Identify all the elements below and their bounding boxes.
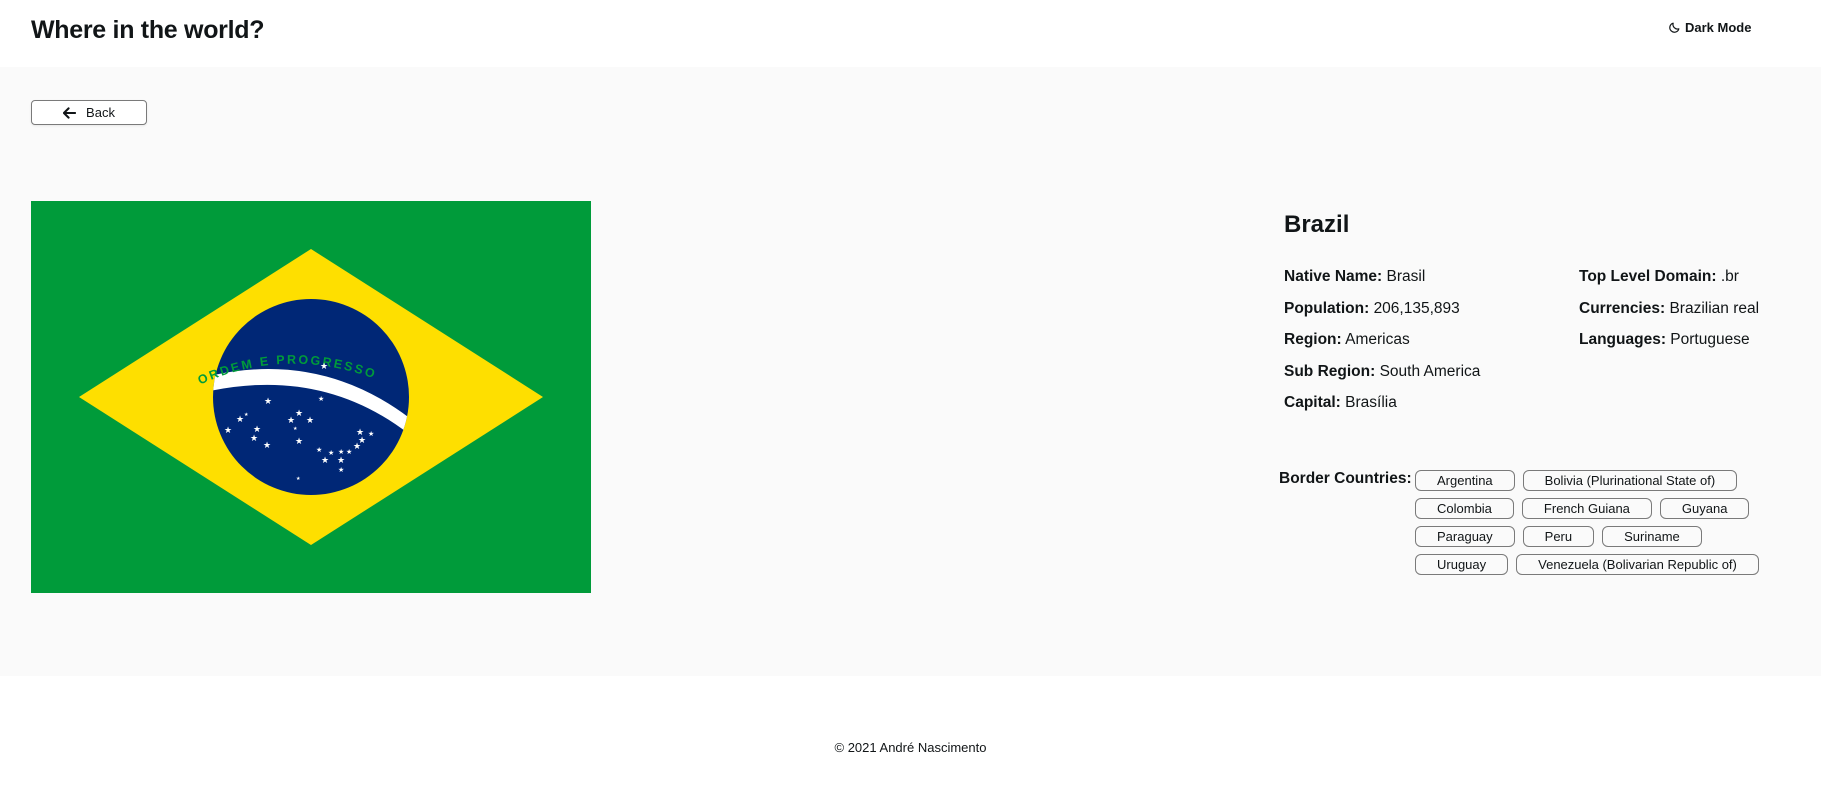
native-name-label: Native Name: <box>1284 268 1383 285</box>
languages-value: Portuguese <box>1670 331 1750 348</box>
copyright-text: © 2021 André Nascimento <box>834 740 987 755</box>
arrow-left-icon <box>63 106 77 119</box>
tld-label: Top Level Domain: <box>1579 268 1717 285</box>
border-country-chip[interactable]: Peru <box>1522 526 1595 547</box>
page-footer: © 2021 André Nascimento <box>0 676 1821 809</box>
languages-row: Languages: Portuguese <box>1579 331 1759 363</box>
svg-text:★: ★ <box>321 456 329 466</box>
svg-text:★: ★ <box>264 397 272 407</box>
border-countries-list: Argentina Bolivia (Plurinational State o… <box>1415 470 1775 575</box>
country-flag: ORDEM E PROGRESSO ★ ★ ★ ★ ★ ★ ★ ★ ★ ★ ★ … <box>31 201 591 593</box>
region-value: Americas <box>1345 331 1410 348</box>
region-row: Region: Americas <box>1284 331 1480 363</box>
svg-text:★: ★ <box>316 446 322 454</box>
capital-row: Capital: Brasília <box>1284 394 1480 426</box>
svg-text:★: ★ <box>337 456 345 466</box>
svg-text:★: ★ <box>250 434 258 444</box>
border-country-chip[interactable]: Uruguay <box>1415 554 1509 575</box>
svg-text:★: ★ <box>263 441 271 451</box>
border-country-chip[interactable]: Argentina <box>1415 470 1515 491</box>
svg-text:★: ★ <box>244 412 249 418</box>
svg-text:★: ★ <box>318 395 324 403</box>
svg-text:★: ★ <box>287 416 295 426</box>
population-row: Population: 206,135,893 <box>1284 300 1480 332</box>
svg-text:★: ★ <box>306 416 314 426</box>
border-country-chip[interactable]: French Guiana <box>1521 498 1652 519</box>
border-country-chip[interactable]: Suriname <box>1602 526 1702 547</box>
currencies-row: Currencies: Brazilian real <box>1579 300 1759 332</box>
flag-blue-globe <box>213 299 409 495</box>
sub-region-value: South America <box>1379 362 1481 380</box>
border-countries-label: Border Countries: <box>1279 470 1412 487</box>
back-button-label: Back <box>86 105 115 120</box>
svg-text:★: ★ <box>338 466 344 474</box>
native-name-row: Native Name: Brasil <box>1284 268 1480 300</box>
border-country-chip[interactable]: Guyana <box>1659 498 1750 519</box>
app-title: Where in the world? <box>31 16 265 44</box>
capital-label: Capital: <box>1284 394 1341 411</box>
back-button[interactable]: Back <box>31 100 147 125</box>
svg-text:★: ★ <box>346 448 352 456</box>
population-label: Population: <box>1284 299 1370 317</box>
dark-mode-toggle[interactable]: Dark Mode <box>1668 20 1751 35</box>
app-header: Where in the world? Dark Mode <box>0 0 1821 67</box>
svg-text:★: ★ <box>296 476 301 482</box>
svg-text:★: ★ <box>320 362 328 372</box>
dark-mode-label: Dark Mode <box>1685 20 1752 35</box>
border-country-chip[interactable]: Paraguay <box>1415 526 1515 547</box>
languages-label: Languages: <box>1579 331 1666 348</box>
sub-region-row: Sub Region: South America <box>1284 363 1480 395</box>
svg-text:★: ★ <box>295 437 303 447</box>
details-left: Native Name: Brasil Population: 206,135,… <box>1284 268 1480 426</box>
tld-row: Top Level Domain: .br <box>1579 268 1759 300</box>
sub-region-label: Sub Region: <box>1284 362 1376 380</box>
native-name-value: Brasil <box>1386 268 1426 285</box>
svg-text:★: ★ <box>293 426 298 432</box>
border-country-chip[interactable]: Venezuela (Bolivarian Republic of) <box>1516 554 1759 575</box>
svg-text:★: ★ <box>236 415 244 425</box>
country-name: Brazil <box>1284 211 1350 238</box>
border-country-chip[interactable]: Bolivia (Plurinational State of) <box>1522 470 1738 491</box>
border-country-chip[interactable]: Colombia <box>1415 498 1514 519</box>
population-value: 206,135,893 <box>1373 299 1460 317</box>
region-label: Region: <box>1284 331 1342 348</box>
capital-value: Brasília <box>1345 394 1397 411</box>
svg-text:★: ★ <box>338 448 344 456</box>
svg-text:★: ★ <box>356 428 364 438</box>
svg-text:★: ★ <box>368 430 374 438</box>
currencies-value: Brazilian real <box>1669 299 1760 317</box>
svg-text:★: ★ <box>224 426 232 436</box>
svg-text:★: ★ <box>295 409 303 419</box>
svg-text:★: ★ <box>228 379 236 389</box>
currencies-label: Currencies: <box>1579 299 1666 317</box>
moon-icon <box>1669 22 1680 33</box>
details-right: Top Level Domain: .br Currencies: Brazil… <box>1579 268 1759 363</box>
tld-value: .br <box>1720 268 1739 285</box>
